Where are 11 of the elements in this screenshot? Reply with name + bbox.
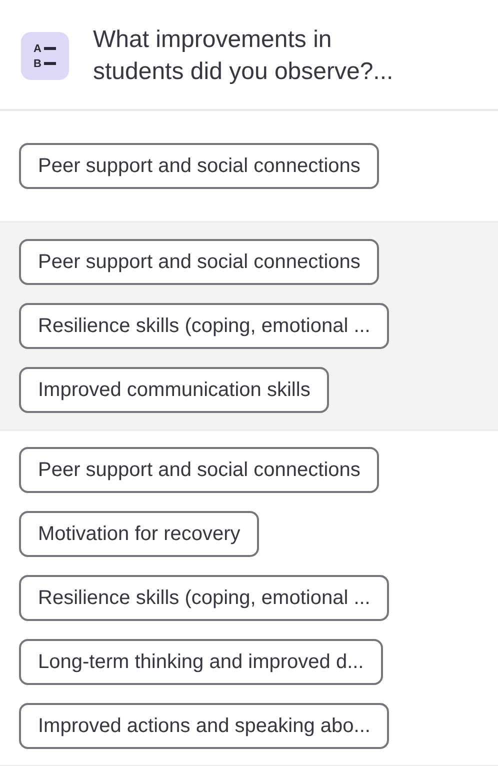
answer-chip: Peer support and social connections	[19, 239, 380, 285]
answer-chip: Resilience skills (coping, emotional ...	[19, 303, 390, 349]
list-icon: A B	[21, 32, 69, 80]
answer-chip: Resilience skills (coping, emotional ...	[19, 575, 390, 621]
question-title: What improvements in students did you observe?...	[93, 25, 394, 87]
answer-chip: Peer support and social connections	[19, 447, 380, 493]
answer-chip: Long-term thinking and improved d...	[19, 639, 383, 685]
answer-chip: Improved communication skills	[19, 367, 330, 413]
answer-chip: Improved actions and speaking abo...	[19, 703, 390, 749]
answer-chip: Motivation for recovery	[19, 511, 260, 557]
answer-chip: Peer support and social connections	[19, 143, 380, 189]
